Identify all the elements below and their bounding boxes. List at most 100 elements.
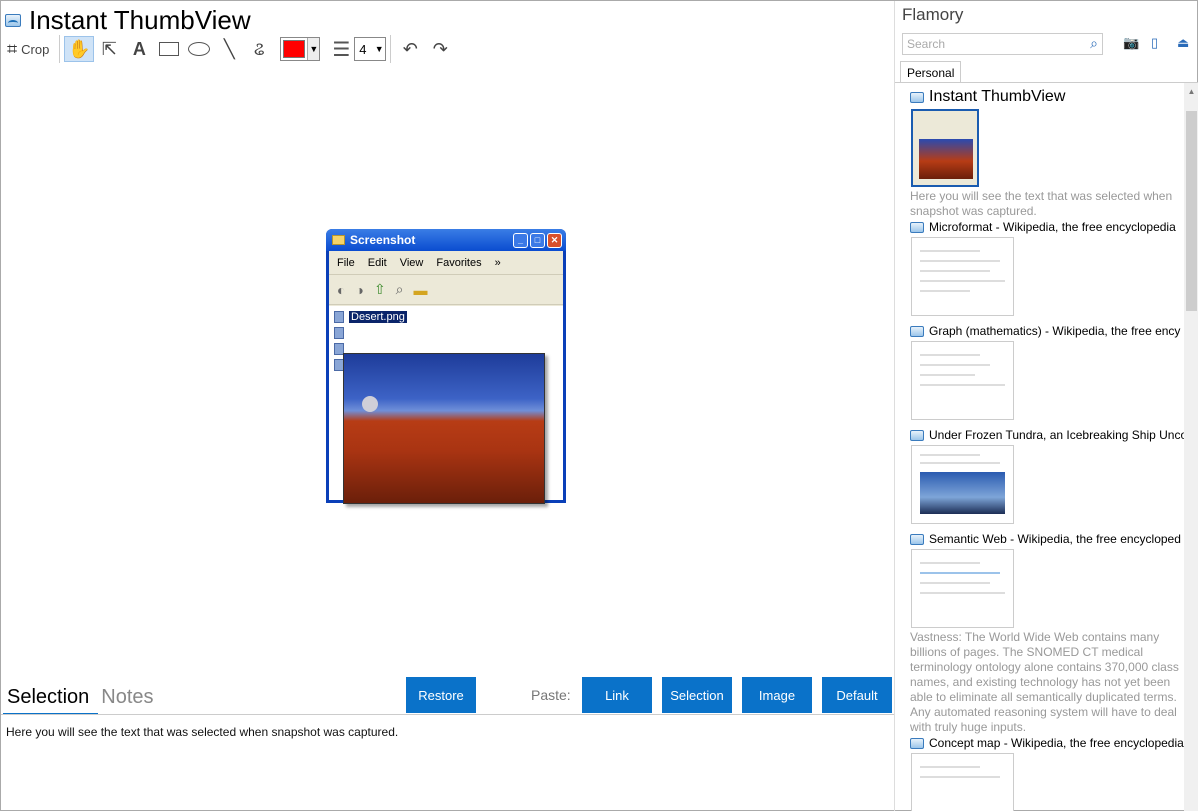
text-tool-button[interactable]: A [124, 36, 154, 62]
selection-text: Here you will see the text that was sele… [6, 725, 399, 739]
page-icon [910, 737, 924, 749]
rectangle-tool-button[interactable] [154, 36, 184, 62]
freehand-tool-button[interactable]: ଌ [244, 36, 274, 62]
divider [1, 714, 894, 715]
scroll-up-icon[interactable]: ▲ [1184, 83, 1198, 100]
preview-toolbar: ◐ ◑ ⇧ ⌕ ▬ [329, 275, 563, 305]
paste-label: Paste: [531, 687, 571, 703]
line-width-value: 4 [359, 41, 367, 57]
up-folder-icon: ⇧ [373, 281, 386, 297]
pointer-tool-button[interactable]: ⇱ [94, 36, 124, 62]
tab-selection[interactable]: Selection [7, 683, 89, 711]
page-icon [910, 533, 924, 545]
sidebar-title: Flamory [902, 5, 964, 24]
ellipse-icon [188, 42, 211, 56]
page-icon [910, 429, 924, 441]
folder-icon: ▬ [413, 281, 428, 298]
list-item[interactable]: Semantic Web - Wikipedia, the free encyc… [910, 531, 1184, 735]
rectangle-icon [159, 42, 180, 56]
search-input[interactable]: Search ⌕ [902, 33, 1103, 55]
freehand-icon: ଌ [253, 38, 265, 59]
line-width-icon: ☰ [332, 38, 351, 61]
item-title: Under Frozen Tundra, an Icebreaking Ship… [929, 428, 1184, 442]
preview-file-list: Desert.png [329, 306, 563, 504]
paste-default-button[interactable]: Default [822, 677, 892, 713]
item-title: Concept map - Wikipedia, the free encycl… [929, 736, 1184, 750]
restore-button[interactable]: Restore [406, 677, 476, 713]
bottom-panel: Selection Notes Restore Paste: Link Sele… [1, 677, 894, 811]
maximize-icon: □ [530, 232, 545, 248]
text-icon: A [132, 38, 146, 59]
forward-icon: ◑ [355, 281, 364, 298]
item-title: Instant ThumbView [929, 88, 1066, 105]
thumbnail[interactable] [911, 109, 979, 187]
redo-button[interactable]: ↷ [425, 36, 455, 62]
search-icon[interactable]: ⌕ [1090, 35, 1098, 52]
camera-icon[interactable]: 📷 [1123, 35, 1139, 51]
thumbnail[interactable] [911, 341, 1014, 420]
list-item[interactable]: Microformat - Wikipedia, the free encycl… [910, 219, 1184, 323]
hand-tool-button[interactable]: ✋ [64, 36, 95, 62]
editor-pane: Instant ThumbView ⌗ Crop ✋ ⇱ A ╲ ଌ ▼ ☰ 4… [1, 1, 894, 811]
toolbar: ⌗ Crop ✋ ⇱ A ╲ ଌ ▼ ☰ 4 ▼ ↶ ↷ [5, 35, 455, 63]
thumbnail[interactable] [911, 237, 1014, 316]
list-item[interactable]: Concept map - Wikipedia, the free encycl… [910, 735, 1184, 811]
hand-icon: ✋ [68, 38, 91, 59]
flamory-sidebar: Flamory Search ⌕ 📷 ▯ ⏏ Personal Instant … [894, 1, 1198, 811]
paste-selection-button[interactable]: Selection [662, 677, 732, 713]
list-item[interactable]: Under Frozen Tundra, an Icebreaking Ship… [910, 427, 1184, 531]
crop-label: Crop [21, 41, 50, 57]
chevron-down-icon: ▼ [307, 38, 320, 60]
preview-menu-item: File [337, 256, 355, 269]
back-icon: ◐ [337, 281, 346, 298]
color-swatch [283, 40, 306, 58]
bottom-tabs: Selection Notes [7, 683, 154, 711]
color-dropdown[interactable]: ▼ [280, 37, 321, 61]
line-tool-button[interactable]: ╲ [214, 36, 244, 62]
paste-image-button[interactable]: Image [742, 677, 812, 713]
preview-menu-bar: File Edit View Favorites » [329, 251, 563, 275]
page-title: Instant ThumbView [29, 5, 251, 35]
toolbar-separator [390, 35, 392, 63]
preview-window-title: Screenshot [350, 233, 416, 247]
line-width-dropdown[interactable]: 4 ▼ [354, 37, 387, 61]
undo-button[interactable]: ↶ [395, 36, 425, 62]
chevron-down-icon: ▼ [374, 44, 384, 54]
undo-icon: ↶ [402, 38, 418, 59]
preview-menu-item: View [399, 256, 424, 269]
snapshot-preview: Screenshot _ □ ✕ File Edit View Favorite… [326, 229, 566, 504]
folder-icon [332, 235, 345, 245]
preview-file-label: Desert.png [349, 311, 407, 323]
tab-personal[interactable]: Personal [900, 61, 962, 83]
list-item[interactable]: Graph (mathematics) - Wikipedia, the fre… [910, 323, 1184, 427]
page-icon [910, 325, 924, 337]
page-icon [910, 91, 924, 103]
minimize-icon: _ [513, 232, 528, 248]
preview-title-bar: Screenshot _ □ ✕ [326, 229, 566, 251]
line-icon: ╲ [223, 38, 235, 59]
preview-menu-item: Favorites [436, 256, 482, 269]
ellipse-tool-button[interactable] [184, 36, 214, 62]
scrollbar-thumb[interactable] [1186, 111, 1197, 311]
preview-window-body: File Edit View Favorites » ◐ ◑ ⇧ ⌕ ▬ Des… [329, 251, 563, 504]
thumbnail[interactable] [911, 445, 1014, 524]
pointer-icon: ⇱ [101, 38, 117, 59]
desert-image [343, 353, 545, 504]
paste-link-button[interactable]: Link [582, 677, 652, 713]
redo-icon: ↷ [432, 38, 448, 59]
list-item[interactable]: Instant ThumbView Here you will see the … [910, 87, 1184, 219]
tab-notes[interactable]: Notes [101, 683, 153, 711]
sidebar-scrollbar[interactable]: ▲ [1184, 83, 1198, 811]
app-icon [5, 13, 21, 27]
crop-button[interactable]: ⌗ Crop [5, 36, 55, 62]
item-description: Here you will see the text that was sele… [910, 189, 1173, 218]
thumbnail[interactable] [911, 753, 1014, 811]
document-icon[interactable]: ▯ [1151, 35, 1158, 51]
page-icon [910, 221, 924, 233]
close-icon: ✕ [547, 232, 562, 248]
crop-icon: ⌗ [7, 38, 18, 59]
thumbnail[interactable] [911, 549, 1014, 628]
preview-menu-item: Edit [367, 256, 387, 269]
snapshot-list: Instant ThumbView Here you will see the … [910, 87, 1184, 811]
collapse-icon[interactable]: ⏏ [1177, 35, 1189, 51]
